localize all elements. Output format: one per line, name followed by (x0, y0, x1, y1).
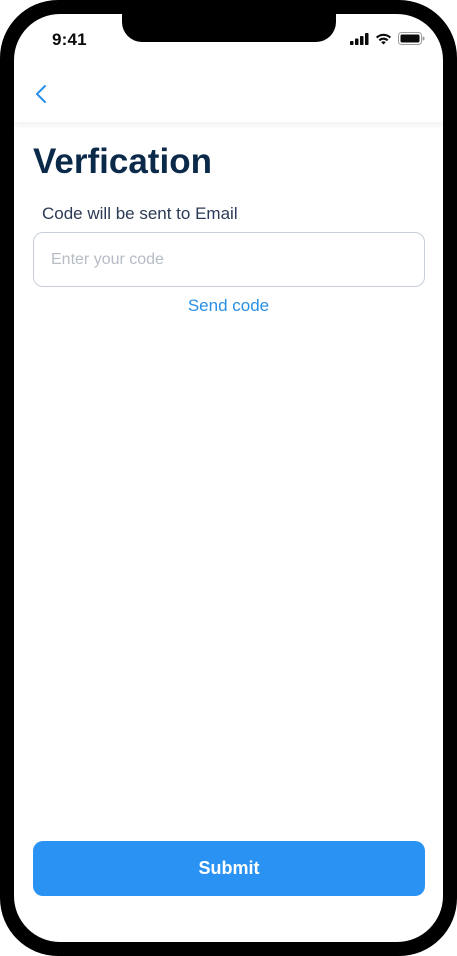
cellular-signal-icon (350, 32, 369, 50)
wifi-icon (375, 32, 392, 50)
instruction-text: Code will be sent to Email (42, 204, 238, 223)
screen: 9:41 Verfication Code will be sent to Em… (14, 14, 443, 942)
back-button[interactable] (30, 80, 54, 108)
battery-icon (398, 32, 425, 50)
submit-button[interactable]: Submit (33, 841, 425, 896)
status-icons (350, 32, 425, 50)
chevron-left-icon (30, 85, 54, 112)
phone-frame: 9:41 Verfication Code will be sent to Em… (0, 0, 457, 956)
code-input[interactable] (33, 232, 425, 287)
navigation-bar (14, 64, 443, 122)
notch (122, 14, 336, 42)
status-time: 9:41 (52, 30, 87, 49)
page-title: Verfication (33, 142, 212, 181)
send-code-link[interactable]: Send code (14, 296, 443, 316)
